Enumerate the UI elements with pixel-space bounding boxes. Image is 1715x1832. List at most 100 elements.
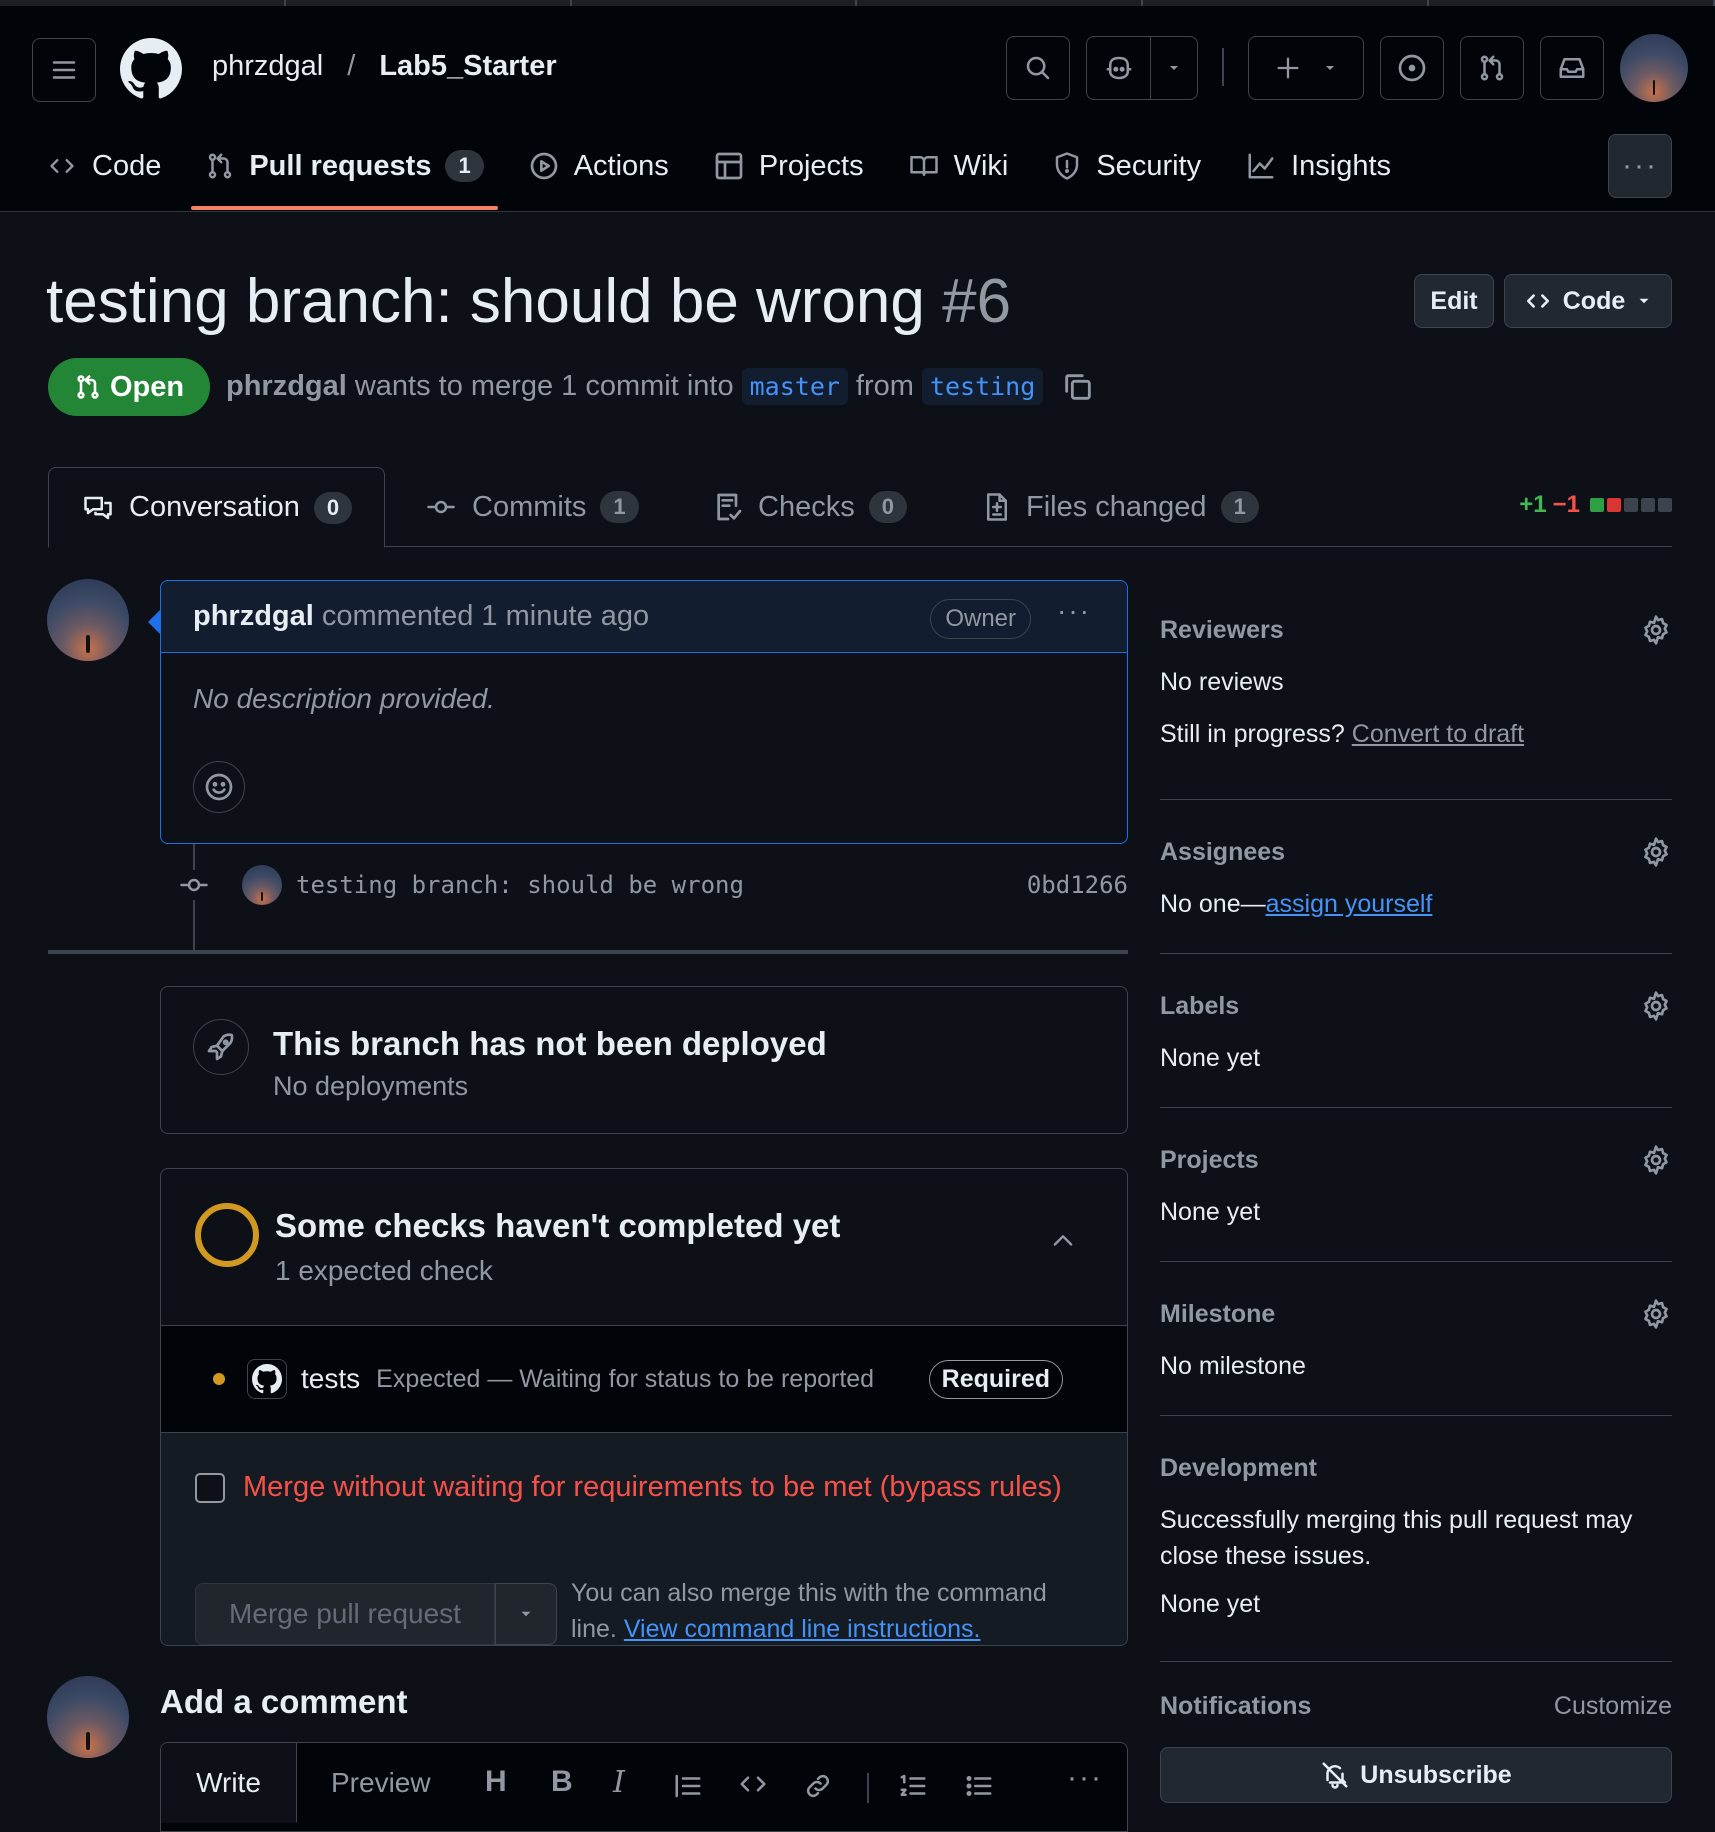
- copilot-button[interactable]: [1086, 36, 1198, 100]
- milestone-gear-icon[interactable]: [1640, 1298, 1672, 1330]
- tab-security-label: Security: [1096, 149, 1202, 182]
- check-pending-dot: [213, 1373, 225, 1385]
- edit-title-button[interactable]: Edit: [1414, 274, 1494, 328]
- table-icon: [715, 152, 743, 180]
- add-reaction-button[interactable]: [193, 761, 245, 813]
- tab-files-changed[interactable]: Files changed 1: [982, 467, 1259, 547]
- code-dropdown-button[interactable]: Code: [1504, 274, 1672, 328]
- copy-icon[interactable]: [1061, 370, 1095, 404]
- cli-hint: You can also merge this with the command…: [571, 1575, 1091, 1647]
- code-icon[interactable]: [737, 1769, 769, 1799]
- bypass-label[interactable]: Merge without waiting for requirements t…: [243, 1471, 1062, 1504]
- bold-button[interactable]: B: [551, 1765, 573, 1799]
- projects-value: None yet: [1160, 1198, 1261, 1226]
- repo-name-link[interactable]: Lab5_Starter: [379, 50, 556, 83]
- assignees-section: Assignees No one—assign yourself: [1160, 800, 1672, 954]
- tab-pull-requests[interactable]: Pull requests 1: [191, 138, 499, 210]
- link-icon[interactable]: [803, 1771, 833, 1801]
- required-badge: Required: [928, 1359, 1063, 1399]
- pr-meta: phrzdgal wants to merge 1 commit into ma…: [226, 368, 1095, 405]
- projects-section: Projects None yet: [1160, 1108, 1672, 1262]
- deployment-title: This branch has not been deployed: [273, 1025, 827, 1062]
- merge-pull-request-button[interactable]: Merge pull request: [195, 1583, 495, 1645]
- nav-more-button[interactable]: ···: [1608, 134, 1672, 198]
- copilot-dropdown[interactable]: [1151, 60, 1197, 76]
- preview-tab[interactable]: Preview: [331, 1767, 431, 1799]
- merge-text: wants to merge 1 commit into: [354, 370, 734, 402]
- tab-conversation[interactable]: Conversation 0: [48, 467, 386, 548]
- comment-discussion-icon: [84, 496, 112, 519]
- labels-section: Labels None yet: [1160, 954, 1672, 1108]
- search-button[interactable]: [1006, 36, 1070, 100]
- convert-to-draft-link[interactable]: Convert to draft: [1352, 720, 1524, 748]
- merge-method-dropdown[interactable]: [495, 1583, 557, 1645]
- commits-counter: 1: [600, 491, 639, 523]
- reviewers-gear-icon[interactable]: [1640, 614, 1672, 646]
- create-new-button[interactable]: [1248, 36, 1364, 100]
- labels-gear-icon[interactable]: [1640, 990, 1672, 1022]
- italic-button[interactable]: I: [613, 1765, 625, 1800]
- chevron-up-icon[interactable]: [1049, 1227, 1077, 1255]
- tab-actions[interactable]: Actions: [528, 138, 669, 194]
- graph-icon: [1248, 153, 1274, 179]
- more-formatting-icon[interactable]: ···: [1067, 1761, 1103, 1795]
- checks-subtitle: 1 expected check: [275, 1255, 493, 1286]
- checks-counter: 0: [868, 491, 907, 523]
- comment-actions-icon[interactable]: ···: [1057, 595, 1091, 627]
- comment-author-avatar[interactable]: [47, 579, 129, 661]
- unsubscribe-button[interactable]: Unsubscribe: [1160, 1747, 1672, 1803]
- tab-wiki-label: Wiki: [953, 149, 1009, 182]
- assignees-gear-icon[interactable]: [1640, 836, 1672, 868]
- kebab-horizontal-icon: ···: [1622, 149, 1658, 182]
- github-logo[interactable]: [120, 38, 182, 100]
- repo-owner-link[interactable]: phrzdgal: [212, 50, 323, 83]
- bypass-checkbox[interactable]: [195, 1473, 225, 1503]
- tab-projects[interactable]: Projects: [713, 138, 864, 194]
- inbox-button[interactable]: [1540, 36, 1604, 100]
- pr-author-link[interactable]: phrzdgal: [226, 370, 347, 403]
- cli-instructions-link[interactable]: View command line instructions.: [624, 1615, 981, 1643]
- inbox-icon: [1559, 58, 1585, 78]
- deployment-icon-wrap: [193, 1019, 249, 1075]
- check-app-avatar: [247, 1359, 287, 1399]
- commit-sha-link[interactable]: 0bd1266: [1027, 871, 1128, 899]
- unordered-list-icon[interactable]: [963, 1771, 995, 1801]
- projects-gear-icon[interactable]: [1640, 1144, 1672, 1176]
- head-branch[interactable]: testing: [921, 368, 1044, 405]
- tab-code[interactable]: Code: [46, 138, 161, 194]
- assignees-value: No one—assign yourself: [1160, 890, 1432, 919]
- tab-checks[interactable]: Checks 0: [712, 467, 907, 547]
- commit-author-avatar[interactable]: [242, 865, 282, 905]
- tab-wiki[interactable]: Wiki: [908, 138, 1009, 194]
- current-user-avatar[interactable]: [47, 1676, 129, 1758]
- deletions-count: −1: [1552, 491, 1580, 518]
- write-tab[interactable]: Write: [161, 1743, 297, 1823]
- repo-nav: Code Pull requests 1 Actions Projects Wi…: [46, 138, 1435, 210]
- timeline-divider: [48, 950, 1128, 954]
- tab-security[interactable]: Security: [1052, 138, 1201, 194]
- tab-insights[interactable]: Insights: [1245, 138, 1391, 194]
- quote-icon[interactable]: [673, 1771, 703, 1801]
- milestone-section: Milestone No milestone: [1160, 1262, 1672, 1416]
- user-avatar[interactable]: [1620, 34, 1688, 102]
- heading-button[interactable]: H: [485, 1765, 507, 1799]
- issues-button[interactable]: [1380, 36, 1444, 100]
- tab-files-changed-label: Files changed: [1026, 490, 1207, 523]
- tab-commits[interactable]: Commits 1: [424, 467, 639, 547]
- diffstat-bar: [1590, 498, 1672, 512]
- merge-section: Merge without waiting for requirements t…: [161, 1433, 1127, 1645]
- comment-author[interactable]: phrzdgal: [193, 600, 314, 633]
- tab-insights-label: Insights: [1291, 149, 1392, 182]
- commit-message-link[interactable]: testing branch: should be wrong: [296, 871, 744, 899]
- menu-button[interactable]: [32, 38, 96, 102]
- ordered-list-icon[interactable]: [897, 1771, 929, 1801]
- reviewers-title: Reviewers: [1160, 616, 1284, 644]
- browser-tab-strip: [0, 0, 1715, 6]
- customize-link[interactable]: Customize: [1554, 1692, 1672, 1721]
- from-text: from: [855, 370, 914, 402]
- assign-yourself-link[interactable]: assign yourself: [1266, 890, 1433, 918]
- draft-hint: Still in progress? Convert to draft: [1160, 720, 1524, 749]
- base-branch[interactable]: master: [741, 368, 848, 405]
- deployment-box: This branch has not been deployed No dep…: [160, 986, 1128, 1134]
- pull-requests-button[interactable]: [1460, 36, 1524, 100]
